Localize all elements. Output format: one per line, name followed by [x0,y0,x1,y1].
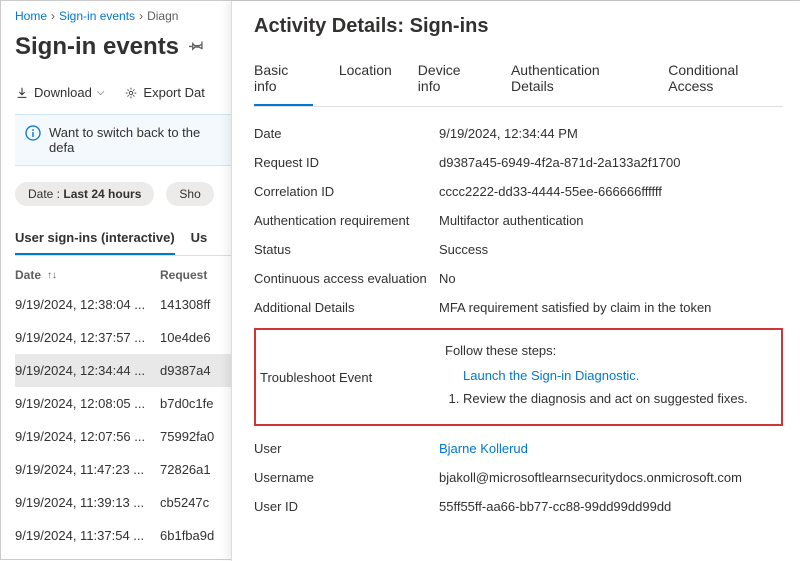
table-header: Date ↑↓ Request [15,268,231,288]
col-request-header[interactable]: Request [160,268,231,282]
page-title: Sign-in events [15,33,179,61]
info-icon [25,125,41,141]
breadcrumb-current: Diagn [147,9,178,23]
filter-date[interactable]: Date : Last 24 hours [15,182,154,206]
field-value-cae: No [439,271,783,286]
sort-icon[interactable]: ↑↓ [47,270,57,281]
launch-diagnostic-link[interactable]: Launch the Sign-in Diagnostic. [463,368,639,383]
field-label-troubleshoot: Troubleshoot Event [260,370,445,385]
field-value-additional: MFA requirement satisfied by claim in th… [439,300,783,315]
tab-conditional-access[interactable]: Conditional Access [668,62,783,106]
download-button[interactable]: Download ⌵ [15,85,104,100]
settings-icon [124,86,138,100]
chevron-right-icon: › [139,9,143,23]
field-value-user-id: 55ff55ff-aa66-bb77-cc88-99dd99dd99dd [439,499,783,514]
table-row[interactable]: 9/19/2024, 12:08:05 ...b7d0c1fe [15,387,231,420]
panel-title: Activity Details: Sign-ins [254,15,783,38]
tab-basic-info[interactable]: Basic info [254,62,313,106]
tab-other[interactable]: Us [191,222,208,255]
field-value-auth-req: Multifactor authentication [439,213,783,228]
table-row[interactable]: 9/19/2024, 12:38:04 ...141308ff [15,288,231,321]
filter-show[interactable]: Sho [166,182,213,206]
troubleshoot-highlight: Troubleshoot Event Follow these steps: L… [254,328,783,426]
field-label-date: Date [254,126,439,141]
field-value-correlation-id: cccc2222-dd33-4444-55ee-666666ffffff [439,184,783,199]
troubleshoot-step: Review the diagnosis and act on suggeste… [463,391,777,406]
user-link[interactable]: Bjarne Kollerud [439,441,528,456]
field-value-status: Success [439,242,783,257]
table-row[interactable]: 9/19/2024, 11:39:13 ...cb5247c [15,486,231,519]
field-label-user: User [254,441,439,456]
table-body: 9/19/2024, 12:38:04 ...141308ff 9/19/202… [15,288,231,552]
chevron-right-icon: › [51,9,55,23]
download-icon [15,86,29,100]
breadcrumb: Home › Sign-in events › Diagn [15,9,231,23]
export-button[interactable]: Export Dat [124,85,204,100]
pin-icon[interactable] [189,37,205,58]
field-label-auth-req: Authentication requirement [254,213,439,228]
field-label-correlation-id: Correlation ID [254,184,439,199]
info-text: Want to switch back to the defa [49,125,221,155]
tab-location[interactable]: Location [339,62,392,106]
troubleshoot-intro: Follow these steps: [445,343,777,358]
tab-device-info[interactable]: Device info [418,62,485,106]
detail-tabs: Basic info Location Device info Authenti… [254,62,783,107]
table-row[interactable]: 9/19/2024, 12:37:57 ...10e4de6 [15,321,231,354]
field-label-status: Status [254,242,439,257]
table-row[interactable]: 9/19/2024, 11:37:54 ...6b1fba9d [15,519,231,552]
info-banner: Want to switch back to the defa [15,114,231,166]
field-label-additional: Additional Details [254,300,439,315]
field-label-username: Username [254,470,439,485]
field-label-cae: Continuous access evaluation [254,271,439,286]
breadcrumb-home[interactable]: Home [15,9,47,23]
details-panel: Activity Details: Sign-ins Basic info Lo… [231,1,800,561]
tab-auth-details[interactable]: Authentication Details [511,62,642,106]
export-label: Export Dat [143,85,204,100]
tab-user-signins-interactive[interactable]: User sign-ins (interactive) [15,222,175,255]
field-value-request-id: d9387a45-6949-4f2a-871d-2a133a2f1700 [439,155,783,170]
table-row[interactable]: 9/19/2024, 11:47:23 ...72826a1 [15,453,231,486]
table-row[interactable]: 9/19/2024, 12:07:56 ...75992fa0 [15,420,231,453]
field-value-date: 9/19/2024, 12:34:44 PM [439,126,783,141]
col-date-header[interactable]: Date [15,268,41,282]
table-row[interactable]: 9/19/2024, 12:34:44 ...d9387a4 [15,354,231,387]
field-value-username: bjakoll@microsoftlearnsecuritydocs.onmic… [439,470,783,485]
download-label: Download [34,85,92,100]
field-label-user-id: User ID [254,499,439,514]
chevron-down-icon: ⌵ [97,87,105,98]
breadcrumb-signin[interactable]: Sign-in events [59,9,135,23]
field-label-request-id: Request ID [254,155,439,170]
